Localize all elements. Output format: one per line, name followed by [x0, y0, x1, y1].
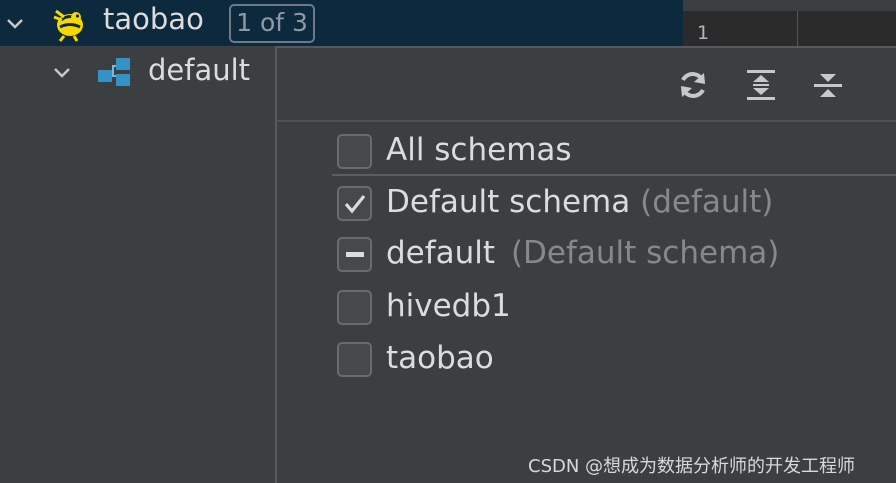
schema-option-taobao[interactable]: taobao — [337, 336, 877, 380]
schema-icon — [96, 56, 132, 88]
line-number: 1 — [697, 22, 710, 44]
schema-option-label: All schemas — [386, 128, 572, 172]
checkmark-icon — [344, 195, 366, 214]
checkbox[interactable] — [337, 342, 372, 377]
gutter-divider — [797, 11, 798, 46]
checkbox-checked[interactable] — [337, 186, 372, 221]
collapse-all-icon — [814, 74, 842, 97]
schema-option-all-schemas[interactable]: All schemas — [337, 128, 877, 172]
refresh-button[interactable] — [674, 66, 712, 104]
schema-option-default-schema[interactable]: Default schema (default) — [337, 180, 877, 224]
tree-root-label[interactable]: taobao — [103, 2, 204, 36]
schema-option-hivedb1[interactable]: hivedb1 — [337, 284, 877, 328]
chevron-down-icon[interactable] — [51, 61, 73, 83]
schema-count-badge[interactable]: 1 of 3 — [229, 4, 315, 43]
minus-icon — [346, 252, 364, 257]
tree-child-label[interactable]: default — [148, 53, 250, 87]
schema-picker-popup: All schemas Default schema (default) def… — [275, 46, 896, 483]
checkbox[interactable] — [337, 134, 372, 169]
expand-all-button[interactable] — [742, 66, 780, 104]
schema-name: Default schema — [386, 184, 631, 220]
checkbox[interactable] — [337, 290, 372, 325]
watermark: CSDN @想成为数据分析师的开发工程师 — [528, 456, 856, 477]
schema-option-label: default (Default schema) — [386, 231, 779, 275]
schema-name: hivedb1 — [386, 288, 511, 324]
editor-tab-bar — [683, 0, 896, 11]
chevron-down-icon[interactable] — [4, 12, 26, 34]
divider — [332, 174, 896, 176]
checkbox-indeterminate[interactable] — [337, 237, 372, 272]
database-explorer: 1 taobao 1 of 3 default All schemas Defa… — [0, 0, 896, 483]
schema-option-label: taobao — [386, 336, 494, 380]
editor-area — [683, 0, 896, 46]
schema-name: default — [386, 235, 496, 271]
expand-all-icon — [747, 70, 775, 100]
schema-note: (default) — [640, 184, 774, 220]
schema-name: All schemas — [386, 132, 572, 168]
refresh-icon — [681, 72, 705, 98]
schema-note: (Default schema) — [510, 235, 780, 271]
popup-toolbar — [277, 48, 896, 122]
schema-name: taobao — [386, 340, 494, 376]
hive-bee-icon — [50, 3, 90, 43]
schema-option-label: Default schema (default) — [386, 180, 773, 224]
schema-option-default[interactable]: default (Default schema) — [337, 231, 877, 275]
schema-option-label: hivedb1 — [386, 284, 511, 328]
collapse-all-button[interactable] — [809, 66, 847, 104]
